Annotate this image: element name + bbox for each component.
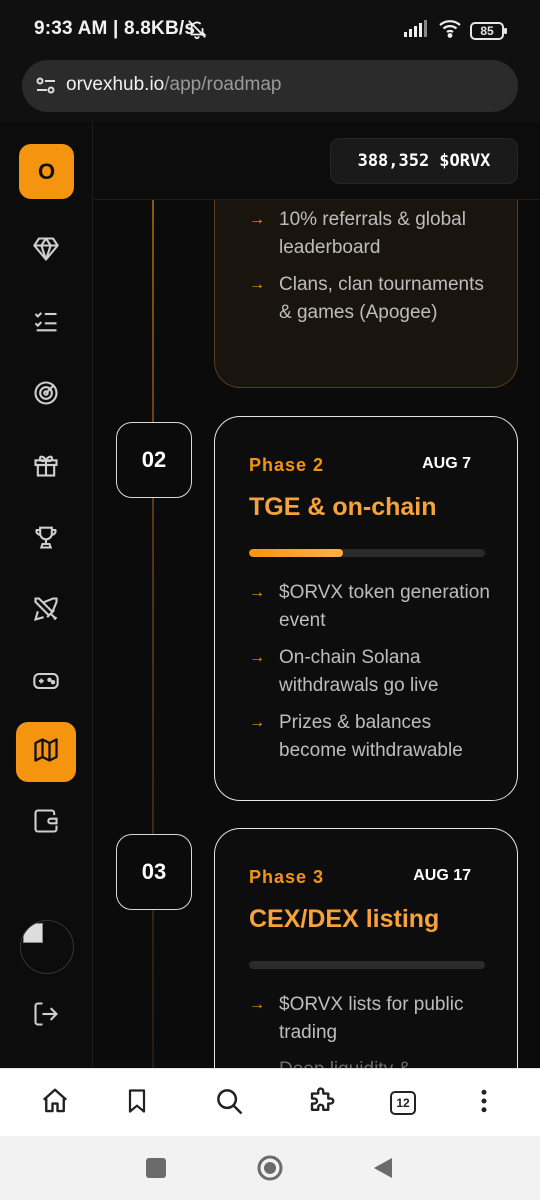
sidebar-item-battles[interactable] (16, 581, 76, 641)
home-button[interactable] (39, 1087, 71, 1119)
phase-label: Phase 2 (249, 455, 325, 475)
search-button[interactable] (213, 1087, 245, 1119)
gamepad-icon (32, 667, 60, 700)
more-vert-icon (469, 1086, 499, 1121)
logout-icon (32, 1000, 60, 1033)
broken-image-icon (23, 923, 43, 943)
phase-progress-bar (249, 961, 485, 969)
bookmarks-button[interactable] (121, 1087, 153, 1119)
phase-card-1: → 10% referrals & global leaderboard → Cla… (214, 200, 518, 388)
browser-bottom-nav: 12 (0, 1068, 540, 1136)
phase-card-3: Phase 3 AUG 17 CEX/DEX listing → $ORVX li… (214, 828, 518, 1068)
bullet-item: → 10% referrals & global leaderboard (249, 206, 499, 261)
arrow-icon: → (249, 276, 265, 293)
sidebar-item-games[interactable] (16, 653, 76, 713)
site-settings-icon[interactable] (34, 74, 58, 103)
menu-button[interactable] (468, 1087, 500, 1119)
sidebar-item-target[interactable] (16, 365, 76, 425)
sidebar-item-logout[interactable] (16, 986, 76, 1046)
phase-1-bullets: → 10% referrals & global leaderboard → Cla… (249, 206, 499, 336)
sidebar-item-rewards[interactable] (16, 437, 76, 497)
arrow-icon: → (249, 996, 265, 1013)
system-navigation-bar (0, 1136, 540, 1200)
arrow-icon: → (249, 1056, 265, 1068)
map-icon (32, 736, 60, 769)
swords-icon (32, 595, 60, 628)
balance-badge[interactable]: 388,352 $ORVX (330, 138, 518, 184)
home-icon (40, 1086, 70, 1121)
avatar[interactable] (20, 920, 74, 974)
status-bar: 9:33 AM | 8.8KB/s 85 (0, 0, 540, 60)
bullet-item: → Clans, clan tournaments & games (Apogee… (249, 271, 499, 326)
puzzle-icon (307, 1086, 337, 1121)
arrow-icon: → (249, 584, 265, 601)
phase-number-badge: 02 (116, 422, 192, 498)
progress-fill (249, 549, 344, 557)
phase-card-2: Phase 2 AUG 7 TGE & on-chain → $ORVX toke… (214, 416, 518, 801)
phase-title: CEX/DEX listing (249, 905, 440, 933)
app-header: 388,352 $ORVX (94, 122, 540, 200)
tabs-button[interactable]: 12 (387, 1087, 419, 1119)
checklist-icon (32, 307, 60, 340)
wallet-icon (32, 807, 60, 840)
phase-progress-bar (249, 549, 485, 557)
bullet-item: →Deep liquidity & (249, 1056, 499, 1068)
url-text[interactable]: orvexhub.io/app/roadmap (66, 74, 281, 96)
sidebar-item-leaderboard[interactable] (16, 509, 76, 569)
signal-icon (404, 19, 430, 42)
trophy-icon (32, 523, 60, 556)
sidebar-item-diamond[interactable] (16, 221, 76, 281)
bookmark-icon (123, 1087, 151, 1120)
phase-2-bullets: → $ORVX token generation event → On-chain … (249, 579, 499, 774)
bullet-item: → $ORVX token generation event (249, 579, 499, 634)
gift-icon (32, 451, 60, 484)
search-icon (214, 1086, 244, 1121)
sidebar-item-roadmap[interactable] (16, 722, 76, 782)
app-viewport: → 10% referrals & global leaderboard → Cla… (0, 122, 540, 1068)
alarm-off-icon (186, 18, 208, 45)
phase-label: Phase 3 (249, 867, 325, 887)
phase-date: AUG 7 (422, 455, 471, 472)
back-nav-button[interactable] (372, 1156, 394, 1185)
sidebar-item-tasks[interactable] (16, 293, 76, 353)
tabs-count: 12 (390, 1091, 416, 1115)
battery-indicator: 85 (470, 21, 507, 40)
sidebar: O (0, 122, 93, 1068)
bullet-item: → On-chain Solana withdrawals go live (249, 644, 499, 699)
bullet-item: → $ORVX lists for public trading (249, 991, 499, 1046)
sidebar-item-wallet[interactable] (16, 793, 76, 853)
status-icons: 85 (404, 18, 507, 43)
timeline-line (152, 200, 154, 1068)
url-bar[interactable]: orvexhub.io/app/roadmap (22, 60, 518, 112)
wifi-icon (438, 18, 462, 43)
status-time: 9:33 AM | 8.8KB/s (34, 18, 196, 39)
recent-apps-button[interactable] (146, 1158, 166, 1178)
phase-date: AUG 17 (413, 867, 471, 884)
phase-number-badge: 03 (116, 834, 192, 910)
bullet-item: → Prizes & balances become withdrawable (249, 709, 499, 764)
target-icon (32, 379, 60, 412)
phase-3-bullets: →$ORVX lists for public trading →Deep li… (249, 991, 499, 1068)
phase-title: TGE & on-chain (249, 493, 437, 521)
arrow-icon: → (249, 649, 265, 666)
home-nav-button[interactable] (257, 1155, 283, 1186)
browser-toolbar: orvexhub.io/app/roadmap (0, 60, 540, 122)
app-logo[interactable]: O (19, 144, 74, 199)
extensions-button[interactable] (306, 1086, 338, 1121)
arrow-icon: → (249, 714, 265, 731)
diamond-icon (32, 235, 60, 268)
arrow-icon: → (249, 211, 265, 228)
